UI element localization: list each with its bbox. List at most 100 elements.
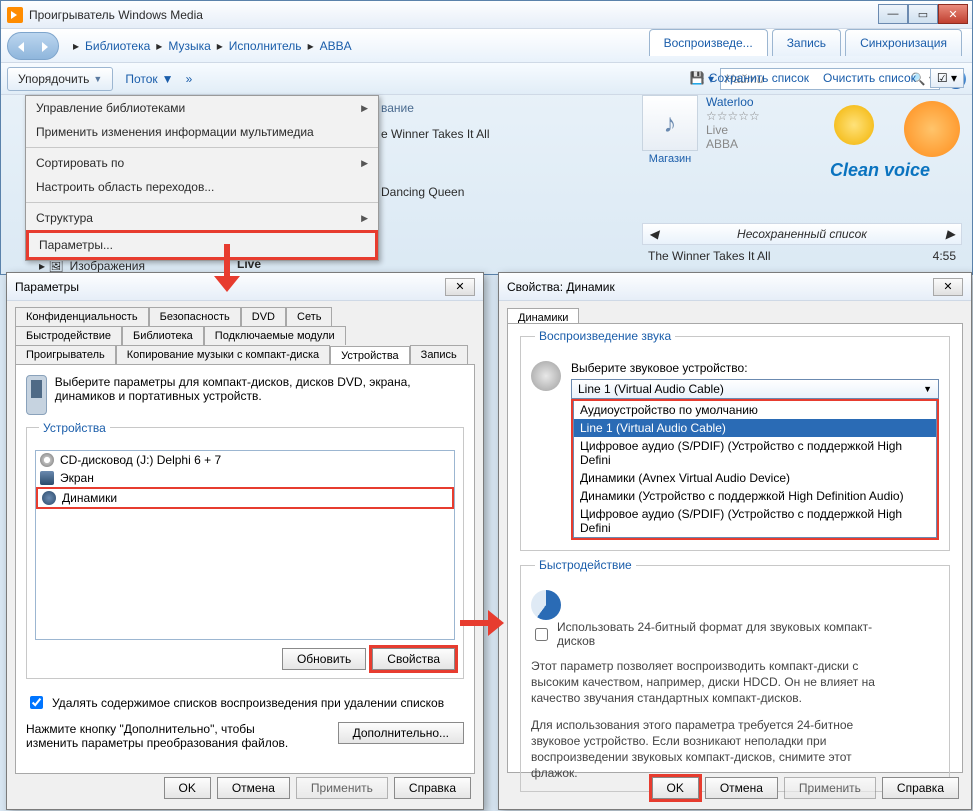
tab-library[interactable]: Библиотека — [122, 326, 204, 345]
devices-intro: Выберите параметры для компакт-дисков, д… — [55, 375, 464, 403]
unsaved-list-bar[interactable]: ◀ Несохраненный список ▶ — [642, 223, 962, 245]
next-icon[interactable]: ▶ — [946, 227, 955, 241]
tab-burn[interactable]: Запись — [772, 29, 841, 56]
chevron-down-icon: ▼ — [923, 384, 932, 394]
store-link[interactable]: Магазин — [642, 153, 698, 165]
help-button[interactable]: Справка — [882, 777, 959, 799]
tab-network[interactable]: Сеть — [286, 307, 332, 326]
menu-apply-media-info[interactable]: Применить изменения информации мультимед… — [26, 120, 378, 144]
album-rating[interactable]: ☆☆☆☆☆ — [706, 109, 760, 123]
clear-list-link[interactable]: Очистить список — [823, 71, 916, 85]
performance-legend: Быстродействие — [535, 558, 636, 572]
images-icon: ▸ 🖼 — [39, 259, 64, 273]
dialog-close-button[interactable]: ✕ — [933, 278, 963, 296]
audio-option[interactable]: Динамики (Avnex Virtual Audio Device) — [574, 469, 936, 487]
tab-plugins[interactable]: Подключаемые модули — [204, 326, 346, 345]
audio-option-selected[interactable]: Line 1 (Virtual Audio Cable) — [574, 419, 936, 437]
delete-lists-checkbox[interactable] — [30, 696, 43, 709]
cancel-button[interactable]: Отмена — [705, 777, 778, 799]
annotation-arrow-right — [460, 610, 506, 636]
audio-option[interactable]: Аудиоустройство по умолчанию — [574, 401, 936, 419]
audio-option[interactable]: Динамики (Устройство с поддержкой High D… — [574, 487, 936, 505]
playlist-track-row[interactable]: The Winner Takes It All 4:55 — [642, 249, 962, 263]
24bit-label: Использовать 24-битный формат для звуков… — [557, 620, 901, 648]
options-dialog: Параметры ✕ Конфиденциальность Безопасно… — [6, 272, 484, 810]
column-header-title[interactable]: вание — [381, 101, 490, 121]
menu-sort-by[interactable]: Сортировать по▶ — [26, 151, 378, 175]
advanced-button[interactable]: Дополнительно... — [338, 722, 464, 744]
organize-button[interactable]: Упорядочить ▼ — [7, 67, 113, 91]
dialog-title: Свойства: Динамик — [507, 280, 615, 294]
ok-button[interactable]: OK — [652, 777, 699, 799]
dialog-titlebar: Параметры ✕ — [7, 273, 483, 301]
audio-device-combobox[interactable]: Line 1 (Virtual Audio Cable) ▼ — [571, 379, 939, 399]
tab-player[interactable]: Проигрыватель — [15, 345, 116, 364]
track-row[interactable]: Dancing Queen — [381, 147, 490, 199]
organize-label: Упорядочить — [18, 72, 89, 86]
audio-device-dropdown: Аудиоустройство по умолчанию Line 1 (Vir… — [573, 401, 937, 538]
playlist-tools-icon[interactable]: ☑ ▾ — [930, 68, 964, 88]
breadcrumb-item[interactable]: Исполнитель — [229, 39, 302, 53]
tab-rip[interactable]: Копирование музыки с компакт-диска — [116, 345, 330, 364]
ok-button[interactable]: OK — [164, 777, 211, 799]
minimize-button[interactable]: — — [878, 4, 908, 24]
dialog-close-button[interactable]: ✕ — [445, 278, 475, 296]
breadcrumb-item[interactable]: ABBA — [320, 39, 352, 53]
apply-button[interactable]: Применить — [784, 777, 876, 799]
menu-customize-nav[interactable]: Настроить область переходов... — [26, 175, 378, 199]
device-listbox[interactable]: CD-дисковод (J:) Delphi 6 + 7 Экран Дина… — [35, 450, 455, 640]
menu-layout[interactable]: Структура▶ — [26, 206, 378, 230]
stream-button[interactable]: Поток ▼ — [125, 72, 173, 86]
choose-device-label: Выберите звуковое устройство: — [571, 361, 939, 375]
device-item-speakers[interactable]: Динамики — [36, 487, 454, 509]
track-row[interactable]: e Winner Takes It All — [381, 121, 490, 147]
cancel-button[interactable]: Отмена — [217, 777, 290, 799]
album-art-icon[interactable]: ♪ — [642, 95, 698, 151]
tab-sync[interactable]: Синхронизация — [845, 29, 962, 56]
menu-options[interactable]: Параметры... — [26, 230, 378, 260]
save-list-link[interactable]: 💾 Сохранить список — [690, 71, 809, 85]
close-button[interactable]: ✕ — [938, 4, 968, 24]
refresh-button[interactable]: Обновить — [282, 648, 366, 670]
audio-option[interactable]: Цифровое аудио (S/PDIF) (Устройство с по… — [574, 437, 936, 469]
window-title: Проигрыватель Windows Media — [29, 8, 203, 22]
cd-icon — [40, 453, 54, 467]
perf-hint-2: Для использования этого параметра требуе… — [531, 717, 901, 782]
audio-option[interactable]: Цифровое аудио (S/PDIF) (Устройство с по… — [574, 505, 936, 537]
sidebar-item-images[interactable]: ▸ 🖼 Изображения — [39, 259, 145, 273]
tab-security[interactable]: Безопасность — [149, 307, 241, 326]
perf-hint-1: Этот параметр позволяет воспроизводить к… — [531, 658, 901, 707]
help-button[interactable]: Справка — [394, 777, 471, 799]
devices-legend: Устройства — [39, 421, 110, 435]
prev-icon[interactable]: ◀ — [649, 227, 658, 241]
properties-button[interactable]: Свойства — [372, 648, 455, 670]
device-item-cd[interactable]: CD-дисковод (J:) Delphi 6 + 7 — [36, 451, 454, 469]
apply-button[interactable]: Применить — [296, 777, 388, 799]
album-artist: ABBA — [706, 137, 760, 151]
new-playlist-button[interactable]: » — [186, 72, 193, 86]
device-item-screen[interactable]: Экран — [36, 469, 454, 487]
tab-performance[interactable]: Быстродействие — [15, 326, 122, 345]
back-forward-buttons[interactable] — [7, 32, 59, 60]
tab-burn[interactable]: Запись — [410, 345, 468, 364]
menu-manage-libraries[interactable]: Управление библиотеками▶ — [26, 96, 378, 120]
delete-lists-label: Удалять содержимое списков воспроизведен… — [52, 696, 444, 710]
tab-privacy[interactable]: Конфиденциальность — [15, 307, 149, 326]
chevron-down-icon: ▼ — [162, 72, 174, 86]
breadcrumb-item[interactable]: Библиотека — [85, 39, 150, 53]
speaker-properties-dialog: Свойства: Динамик ✕ Динамики Воспроизвед… — [498, 272, 972, 810]
tab-devices[interactable]: Устройства — [330, 346, 410, 365]
titlebar: Проигрыватель Windows Media — ▭ ✕ — [1, 1, 972, 29]
tab-dvd[interactable]: DVD — [241, 307, 286, 326]
album-title[interactable]: Waterloo — [706, 95, 760, 109]
dialog-titlebar: Свойства: Динамик ✕ — [499, 273, 971, 301]
annotation-arrow-down — [214, 244, 240, 292]
maximize-button[interactable]: ▭ — [908, 4, 938, 24]
track-column: вание e Winner Takes It All Dancing Quee… — [381, 101, 490, 199]
24bit-checkbox[interactable] — [535, 628, 548, 641]
wmp-main-window: Проигрыватель Windows Media — ▭ ✕ ▸ Библ… — [0, 0, 973, 275]
breadcrumb-item[interactable]: Музыка — [168, 39, 210, 53]
chevron-down-icon: ▼ — [93, 74, 102, 84]
speaker-icon — [531, 361, 561, 391]
tab-play[interactable]: Воспроизведе... — [649, 29, 768, 56]
